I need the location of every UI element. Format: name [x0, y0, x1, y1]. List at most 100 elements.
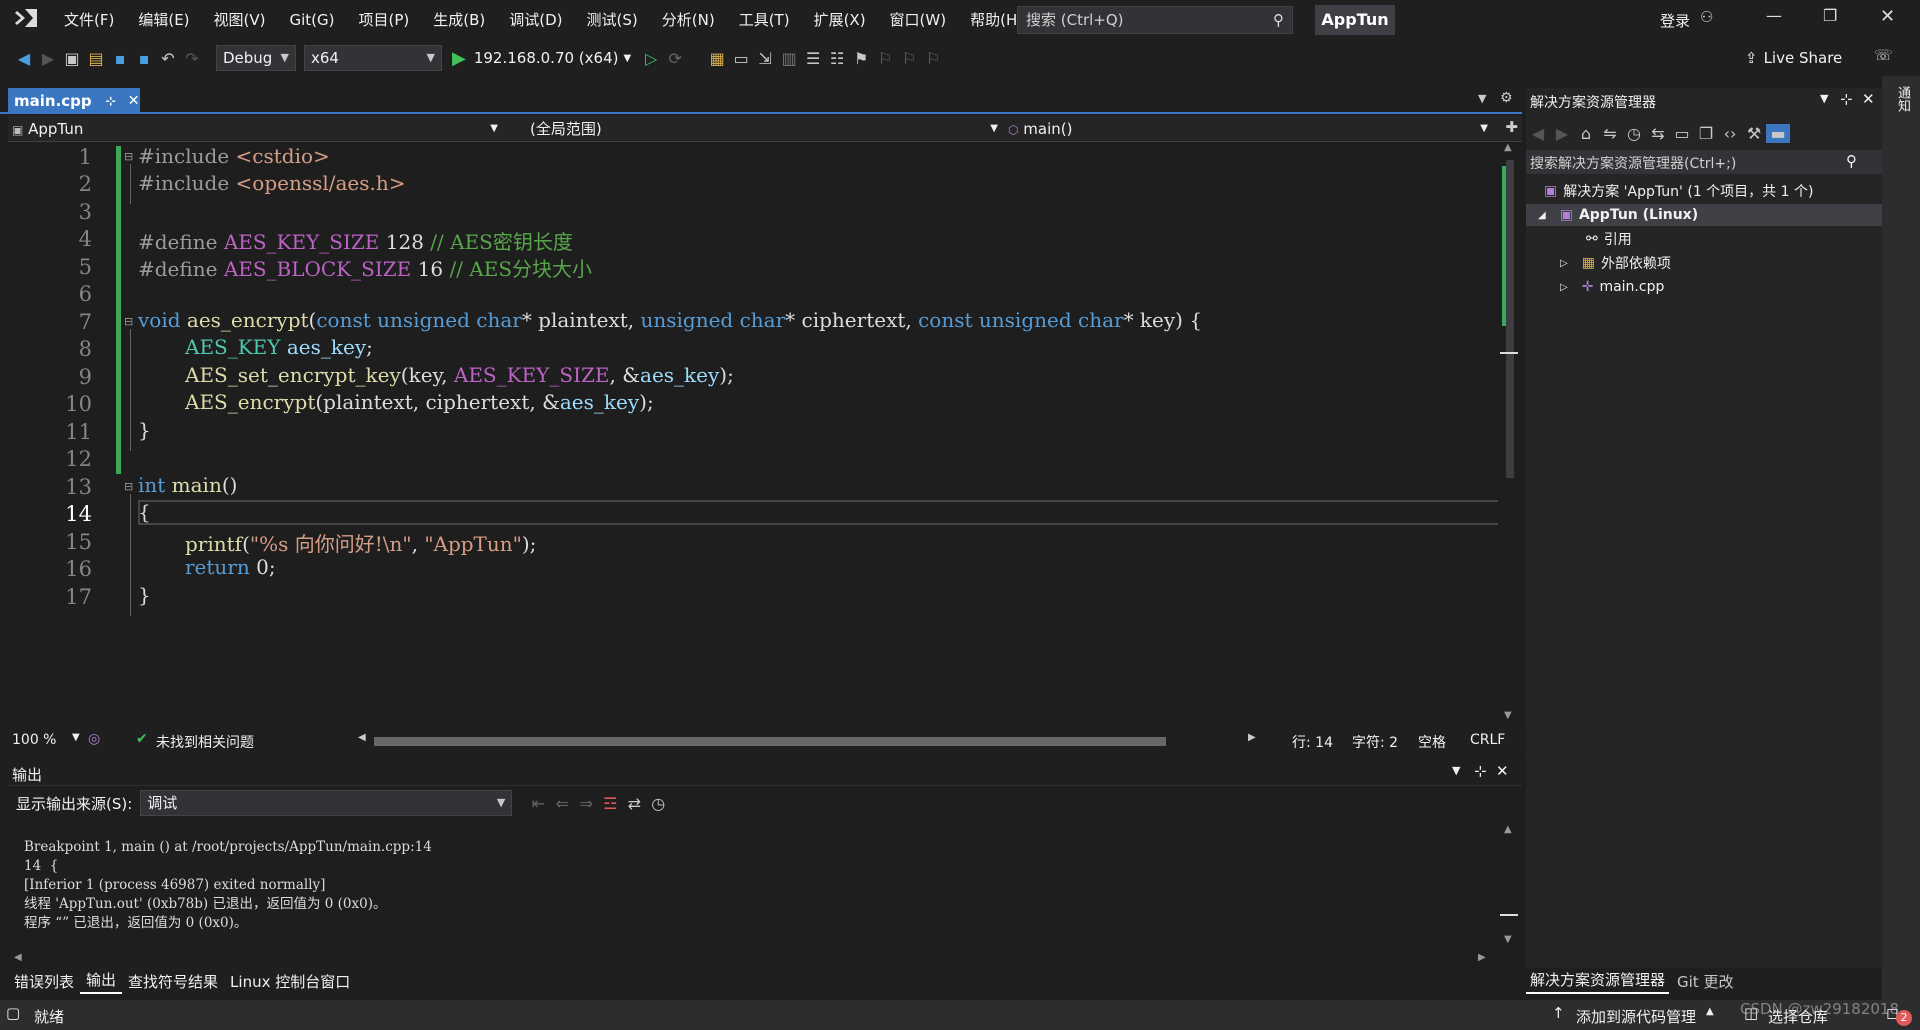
- tree-item-references[interactable]: ⚯ 引用: [1586, 228, 1632, 250]
- menu-extensions[interactable]: 扩展(X): [802, 0, 878, 40]
- code-editor[interactable]: 1 2 3 4 5 6 7 8 9 10 11 12 13 14 15 16 1…: [8, 142, 1522, 730]
- tab-error-list[interactable]: 错误列表: [8, 971, 80, 992]
- bookmark-icon[interactable]: ⚑: [849, 49, 873, 68]
- collapse-all-icon[interactable]: ▭: [1670, 124, 1694, 143]
- tab-find-symbol[interactable]: 查找符号结果: [122, 971, 224, 992]
- clear-bookmark-icon[interactable]: ⚐: [921, 49, 945, 68]
- home-icon[interactable]: ⌂: [1574, 124, 1598, 143]
- new-project-icon[interactable]: ▣: [60, 49, 84, 68]
- config-select[interactable]: Debug ▼: [216, 45, 296, 71]
- hot-reload-icon[interactable]: ⟳: [663, 49, 687, 68]
- format-icon[interactable]: ▥: [777, 49, 801, 68]
- pin-icon[interactable]: ⊹: [1840, 90, 1853, 108]
- undo-icon[interactable]: ↶: [156, 49, 180, 68]
- scope-select[interactable]: (全局范围) ▼: [530, 117, 1004, 141]
- pin-icon[interactable]: ⊹: [1474, 762, 1487, 780]
- menu-git[interactable]: Git(G): [278, 0, 347, 40]
- back-icon[interactable]: ◀: [1526, 124, 1550, 143]
- tree-item-solution[interactable]: ▣ 解决方案 'AppTun' (1 个项目，共 1 个): [1544, 180, 1813, 202]
- switch-views-icon[interactable]: ⇋: [1598, 124, 1622, 143]
- vs-logo-icon[interactable]: [0, 7, 52, 33]
- menu-project[interactable]: 项目(P): [347, 0, 422, 40]
- settings-gear-icon[interactable]: ⚙: [1500, 90, 1513, 106]
- chevron-up-icon[interactable]: ▲: [1706, 1006, 1714, 1017]
- minimize-icon[interactable]: —: [1766, 6, 1782, 25]
- column-indicator[interactable]: 字符: 2: [1352, 732, 1398, 752]
- debug-target-button[interactable]: 192.168.0.70 (x64): [474, 49, 619, 67]
- issues-status[interactable]: 未找到相关问题: [156, 732, 254, 752]
- intellicode-icon[interactable]: ◎: [88, 731, 100, 747]
- solution-search-input[interactable]: 搜索解决方案资源管理器(Ctrl+;) ⚲: [1526, 150, 1882, 174]
- project-select[interactable]: ▣ AppTun ▼: [12, 117, 504, 141]
- member-select[interactable]: ⬡ main() ▼: [1008, 117, 1494, 141]
- output-horizontal-scrollbar[interactable]: ◀ ▶: [8, 950, 1498, 968]
- properties-icon[interactable]: ⚒: [1742, 124, 1766, 143]
- tab-git-changes[interactable]: Git 更改: [1669, 971, 1741, 992]
- next-bookmark-icon[interactable]: ⚐: [897, 49, 921, 68]
- forward-icon[interactable]: ▶: [1550, 124, 1574, 143]
- chevron-down-icon[interactable]: ▼: [1452, 764, 1460, 777]
- menu-file[interactable]: 文件(F): [52, 0, 126, 40]
- scroll-down-icon[interactable]: ▼: [1504, 934, 1512, 945]
- tab-solution-explorer[interactable]: 解决方案资源管理器: [1526, 968, 1670, 994]
- show-all-files-icon[interactable]: ❐: [1694, 124, 1718, 143]
- scroll-thumb[interactable]: [1506, 160, 1514, 478]
- goto-prev-icon[interactable]: ⇐: [550, 794, 574, 813]
- notifications-tab[interactable]: 通知: [1892, 86, 1910, 112]
- pending-changes-icon[interactable]: ◷: [1622, 124, 1646, 143]
- output-source-select[interactable]: 调试 ▼: [140, 790, 513, 816]
- scroll-right-icon[interactable]: ▶: [1248, 732, 1256, 743]
- open-folder-icon[interactable]: ▤: [84, 49, 108, 68]
- scroll-up-icon[interactable]: ▲: [1504, 142, 1512, 153]
- add-source-control[interactable]: 添加到源代码管理: [1576, 1006, 1696, 1027]
- start-without-debug-icon[interactable]: ▷: [639, 49, 663, 68]
- close-window-icon[interactable]: ✕: [1880, 6, 1895, 27]
- close-icon[interactable]: ✕: [1862, 90, 1875, 108]
- tab-main-cpp[interactable]: main.cpp ⊹ ✕: [8, 88, 140, 114]
- platform-select[interactable]: x64 ▼: [304, 45, 442, 71]
- close-tab-icon[interactable]: ✕: [128, 88, 140, 114]
- code-view-icon[interactable]: ‹›: [1718, 124, 1742, 143]
- menu-view[interactable]: 视图(V): [202, 0, 278, 40]
- clock-icon[interactable]: ◷: [646, 794, 670, 813]
- chevron-down-icon[interactable]: ▼: [72, 732, 80, 743]
- line-indicator[interactable]: 行: 14: [1292, 732, 1333, 752]
- live-share-button[interactable]: ⇪ Live Share: [1745, 46, 1842, 70]
- browse-icon[interactable]: ▦: [705, 49, 729, 68]
- split-icon[interactable]: ✚: [1505, 118, 1518, 136]
- scroll-right-icon[interactable]: ▶: [1478, 952, 1486, 963]
- tab-output[interactable]: 输出: [80, 968, 123, 994]
- goto-prev-message-icon[interactable]: ⇤: [526, 794, 550, 813]
- layout-icon[interactable]: ▭: [729, 49, 753, 68]
- line-ending-indicator[interactable]: CRLF: [1470, 732, 1505, 748]
- save-all-icon[interactable]: ▪: [132, 49, 156, 68]
- scroll-left-icon[interactable]: ◀: [14, 952, 22, 963]
- forward-icon[interactable]: ▶: [36, 49, 60, 68]
- search-input[interactable]: 搜索 (Ctrl+Q) ⚲: [1017, 6, 1293, 34]
- chevron-down-icon[interactable]: ▼: [623, 53, 631, 64]
- chevron-down-icon[interactable]: ▼: [1820, 92, 1828, 105]
- collapse-icon[interactable]: ⊟: [124, 315, 133, 328]
- zoom-select[interactable]: 100 %: [12, 732, 56, 748]
- tree-item-main-cpp[interactable]: ▷ ✛ main.cpp: [1560, 276, 1664, 298]
- collapse-icon[interactable]: ⊟: [124, 150, 133, 163]
- menu-analyze[interactable]: 分析(N): [650, 0, 727, 40]
- whitespace-indicator[interactable]: 空格: [1418, 732, 1446, 752]
- preview-icon[interactable]: ▬: [1766, 123, 1790, 143]
- outdent-icon[interactable]: ☰: [801, 49, 825, 68]
- step-icon[interactable]: ⇲: [753, 49, 777, 68]
- tab-list-dropdown-icon[interactable]: ▼: [1478, 92, 1486, 105]
- prev-bookmark-icon[interactable]: ⚐: [873, 49, 897, 68]
- tree-item-project[interactable]: ◢ ▣ AppTun (Linux): [1526, 204, 1882, 226]
- start-debug-icon[interactable]: ▶: [452, 48, 466, 69]
- menu-build[interactable]: 生成(B): [421, 0, 497, 40]
- output-log[interactable]: Breakpoint 1, main () at /root/projects/…: [24, 838, 432, 933]
- word-wrap-icon[interactable]: ⇄: [622, 794, 646, 813]
- collapsed-arrow-icon[interactable]: ▷: [1560, 282, 1568, 293]
- output-vertical-scrollbar[interactable]: ▲ ▼: [1498, 824, 1520, 950]
- redo-icon[interactable]: ↷: [180, 49, 204, 68]
- menu-tools[interactable]: 工具(T): [727, 0, 802, 40]
- collapse-icon[interactable]: ⊟: [124, 480, 133, 493]
- login-link[interactable]: 登录: [1660, 10, 1690, 31]
- tree-item-external-deps[interactable]: ▷ ▦ 外部依赖项: [1560, 252, 1671, 274]
